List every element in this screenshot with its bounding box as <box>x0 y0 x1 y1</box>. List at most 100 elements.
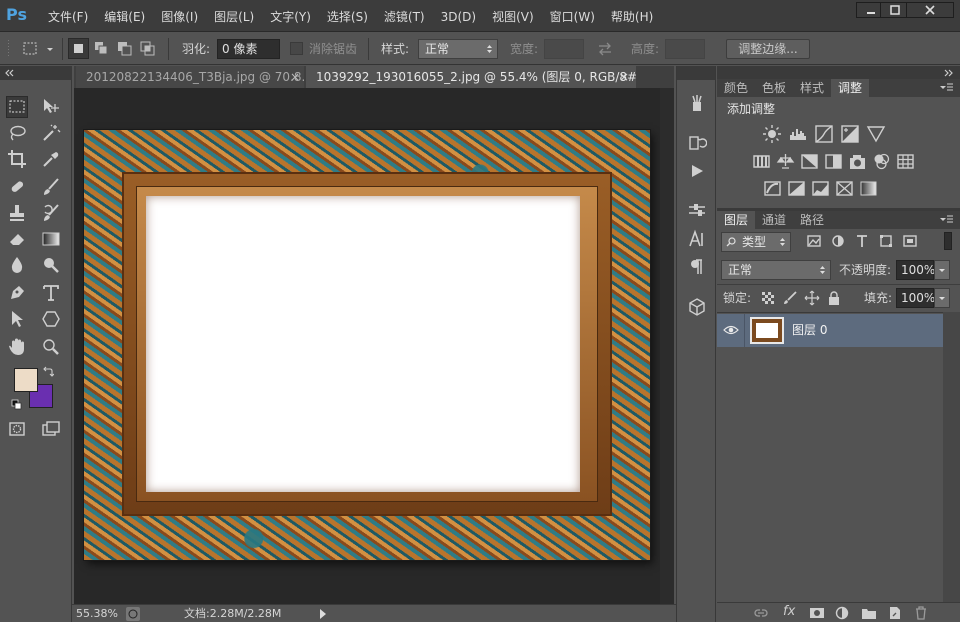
filter-type-icon[interactable] <box>854 232 870 250</box>
tab-adjustments[interactable]: 调整 <box>831 79 870 97</box>
history-panel-button[interactable] <box>686 92 708 114</box>
layer-name[interactable]: 图层 0 <box>792 314 827 347</box>
layer-row[interactable]: 图层 0 <box>717 314 943 347</box>
swap-colors-button[interactable] <box>42 366 54 378</box>
feather-input[interactable]: 0 像素 <box>217 39 280 59</box>
brightness-icon[interactable] <box>762 124 782 144</box>
tool-preset-picker[interactable] <box>20 39 58 59</box>
menu-help[interactable]: 帮助(H) <box>603 8 661 26</box>
menu-layer[interactable]: 图层(L) <box>206 8 262 26</box>
menu-3d[interactable]: 3D(D) <box>433 8 484 26</box>
tab-swatches[interactable]: 色板 <box>755 79 793 97</box>
tab-layers[interactable]: 图层 <box>717 211 756 229</box>
move-tool[interactable] <box>40 96 62 118</box>
lock-all-icon[interactable] <box>826 290 842 306</box>
levels-icon[interactable] <box>788 124 808 144</box>
curves-icon[interactable] <box>814 124 834 144</box>
lock-transparent-icon[interactable] <box>760 290 776 306</box>
menu-type[interactable]: 文字(Y) <box>262 8 319 26</box>
delete-layer-icon[interactable] <box>913 606 929 620</box>
fill-dropdown[interactable] <box>934 288 950 308</box>
spot-healing-tool[interactable] <box>6 176 28 198</box>
threshold-icon[interactable] <box>811 179 830 198</box>
filter-pixel-icon[interactable] <box>806 232 822 250</box>
menu-view[interactable]: 视图(V) <box>484 8 542 26</box>
default-colors-button[interactable] <box>11 399 23 411</box>
3d-button[interactable] <box>686 296 708 318</box>
add-mask-icon[interactable] <box>809 606 825 620</box>
crop-tool[interactable] <box>6 148 28 170</box>
opacity-input[interactable]: 100% <box>896 260 935 280</box>
hand-tool[interactable] <box>6 336 28 358</box>
invert-icon[interactable] <box>763 179 782 198</box>
brush-presets-button[interactable] <box>686 200 708 222</box>
path-selection-tool[interactable] <box>6 308 28 330</box>
document-tab-active[interactable]: 1039292_193016055_2.jpg @ 55.4% (图层 0, R… <box>306 66 636 88</box>
close-tab-button[interactable]: × <box>619 68 631 86</box>
magic-wand-tool[interactable] <box>40 122 62 144</box>
exposure-icon[interactable] <box>840 124 860 144</box>
actions-button[interactable] <box>686 160 708 182</box>
selective-color-icon[interactable] <box>835 179 854 198</box>
shape-tool[interactable] <box>40 308 62 330</box>
layers-scrollbar[interactable] <box>943 312 960 602</box>
paragraph-button[interactable] <box>686 256 708 278</box>
gradient-triangle-icon[interactable] <box>866 124 886 144</box>
zoom-tool[interactable] <box>40 336 62 358</box>
width-input[interactable] <box>544 39 584 59</box>
expand-arrows-icon[interactable] <box>944 69 954 77</box>
link-layers-icon[interactable] <box>753 606 769 620</box>
menu-filter[interactable]: 滤镜(T) <box>376 8 433 26</box>
tab-color[interactable]: 颜色 <box>717 79 755 97</box>
tab-channels[interactable]: 通道 <box>755 211 793 229</box>
lock-pixels-icon[interactable] <box>782 290 798 306</box>
quick-mask-button[interactable] <box>6 418 28 440</box>
style-select[interactable]: 正常 <box>418 39 498 59</box>
menu-file[interactable]: 文件(F) <box>40 8 96 26</box>
color-lookup-icon[interactable] <box>896 152 915 171</box>
menu-select[interactable]: 选择(S) <box>319 8 376 26</box>
blend-mode-select[interactable]: 正常 <box>721 260 831 280</box>
black-white-icon[interactable] <box>824 152 843 171</box>
new-group-icon[interactable] <box>861 606 877 620</box>
gradient-tool[interactable] <box>40 228 62 250</box>
layer-filter-select[interactable]: 类型 <box>721 232 791 252</box>
intersect-selection-button[interactable] <box>137 38 158 59</box>
new-adjustment-icon[interactable] <box>835 606 851 620</box>
brush-tool[interactable] <box>40 176 62 198</box>
eyedropper-tool[interactable] <box>40 148 62 170</box>
canvas-area[interactable] <box>74 88 674 604</box>
eraser-tool[interactable] <box>6 228 28 250</box>
layer-style-button[interactable]: fx <box>783 604 795 619</box>
dodge-tool[interactable] <box>40 254 62 276</box>
filter-adjustment-icon[interactable] <box>830 232 846 250</box>
refine-edge-button[interactable]: 调整边缘... <box>726 39 810 59</box>
history-brush-tool[interactable] <box>40 202 62 224</box>
tab-paths[interactable]: 路径 <box>793 211 831 229</box>
subtract-selection-button[interactable] <box>114 38 135 59</box>
new-layer-icon[interactable] <box>887 606 903 620</box>
clone-stamp-tool[interactable] <box>6 202 28 224</box>
close-window-button[interactable] <box>906 2 954 18</box>
filter-toggle[interactable] <box>944 232 952 250</box>
collapse-arrows-icon[interactable] <box>4 69 14 77</box>
photo-filter-icon[interactable] <box>848 152 867 171</box>
document-tab-inactive[interactable]: 20120822134406_T3Bja.jpg @ 70.8... <box>76 66 304 88</box>
close-tab-button[interactable]: × <box>290 68 302 86</box>
vertical-scrollbar[interactable] <box>660 88 674 604</box>
vibrance-icon[interactable] <box>752 152 771 171</box>
foreground-color-swatch-top[interactable] <box>14 368 38 392</box>
fill-input[interactable]: 100% <box>896 288 935 308</box>
add-selection-button[interactable] <box>91 38 112 59</box>
zoom-level[interactable]: 55.38% <box>76 606 118 622</box>
history-button[interactable] <box>686 132 708 154</box>
menu-edit[interactable]: 编辑(E) <box>96 8 153 26</box>
screen-mode-button[interactable] <box>40 418 62 440</box>
layers-menu-button[interactable] <box>938 214 954 226</box>
channel-mixer-icon[interactable] <box>872 152 891 171</box>
swap-dimensions-button[interactable] <box>596 41 614 57</box>
lock-position-icon[interactable] <box>804 290 820 306</box>
posterize-icon[interactable] <box>787 179 806 198</box>
panel-menu-button[interactable] <box>938 82 954 94</box>
height-input[interactable] <box>665 39 705 59</box>
